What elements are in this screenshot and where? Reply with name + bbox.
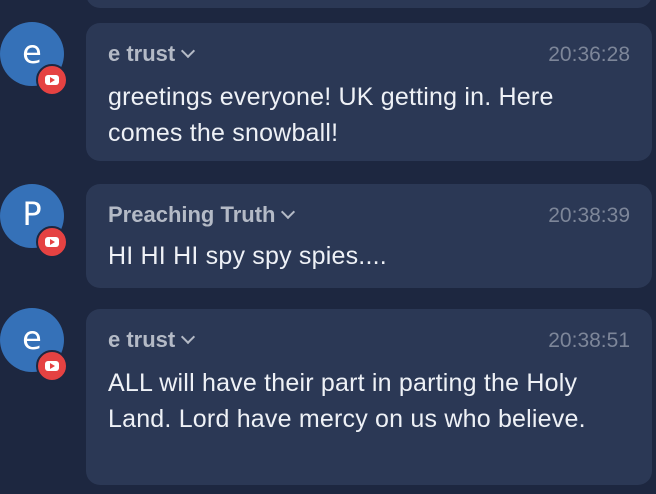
message-text: HI HI HI spy spy spies.... xyxy=(108,242,387,270)
chevron-down-icon[interactable] xyxy=(181,43,196,59)
youtube-icon xyxy=(36,226,68,258)
message-bubble: e trust 20:38:51 ALL will have their par… xyxy=(86,309,652,485)
previous-message-bubble xyxy=(86,0,652,8)
chevron-down-icon[interactable] xyxy=(281,204,296,220)
timestamp: 20:36:28 xyxy=(548,43,630,66)
message-text: greetings everyone! UK getting in. Here … xyxy=(108,83,554,147)
message-text: ALL will have their part in parting the … xyxy=(108,369,586,433)
timestamp: 20:38:51 xyxy=(548,329,630,352)
message-bubble: e trust 20:36:28 greetings everyone! UK … xyxy=(86,23,652,161)
author-name[interactable]: e trust xyxy=(108,327,196,353)
youtube-icon xyxy=(36,350,68,382)
message-bubble: Preaching Truth 20:38:39 HI HI HI spy sp… xyxy=(86,184,652,288)
author-name[interactable]: Preaching Truth xyxy=(108,202,296,228)
chevron-down-icon[interactable] xyxy=(181,329,196,345)
author-name[interactable]: e trust xyxy=(108,41,196,67)
youtube-icon xyxy=(36,64,68,96)
timestamp: 20:38:39 xyxy=(548,204,630,227)
